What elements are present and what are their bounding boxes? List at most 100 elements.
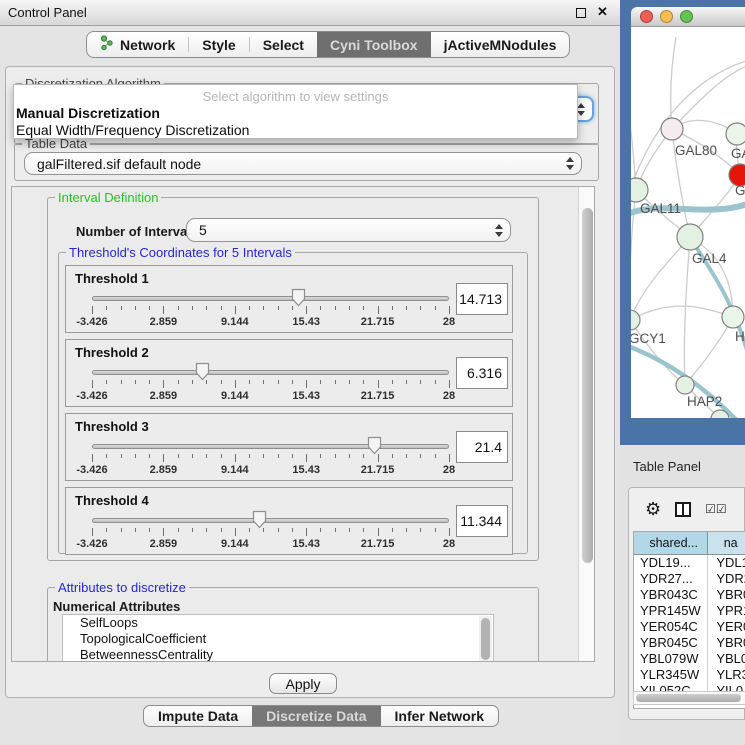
slider-handle[interactable]	[367, 436, 382, 455]
float-window-icon[interactable]	[576, 8, 586, 18]
table-row[interactable]: YLR345WYLR3	[634, 667, 745, 683]
network-edge[interactable]	[631, 306, 733, 320]
window-title: Control Panel	[8, 5, 87, 20]
bottom-tab-impute-data[interactable]: Impute Data	[144, 706, 252, 726]
network-edge[interactable]	[631, 105, 636, 190]
slider-handle[interactable]	[252, 510, 267, 529]
network-edge[interactable]	[671, 37, 676, 129]
table-row[interactable]: YER054CYER0	[634, 619, 745, 635]
network-canvas[interactable]: GAL80GAGGAL11GAL4GCY1HHAP2	[631, 27, 745, 418]
table-row[interactable]: YBR043CYBR0	[634, 587, 745, 603]
table-cell: YBR043C	[634, 587, 708, 603]
slider-handle[interactable]	[291, 288, 306, 307]
network-view-window: GAL80GAGGAL11GAL4GCY1HHAP2	[620, 0, 745, 445]
close-icon[interactable]: ✕	[597, 4, 608, 20]
table-row[interactable]: YDR27...YDR2	[634, 571, 745, 587]
network-edge[interactable]	[631, 237, 690, 320]
attribute-list-item[interactable]: BetweennessCentrality	[63, 647, 493, 662]
GCY1-node[interactable]	[631, 310, 640, 330]
node-label: GAL4	[692, 251, 727, 266]
threshold-value-field[interactable]: 14.713	[456, 283, 508, 315]
network-window-titlebar	[631, 7, 745, 27]
node-label: GAL11	[640, 201, 681, 216]
slider-tick-label: 28	[426, 538, 472, 550]
columns-icon[interactable]	[675, 502, 691, 517]
node-label: GAL80	[675, 143, 717, 158]
slider-tick	[106, 454, 107, 458]
tab-label: Style	[202, 37, 235, 53]
network-edge[interactable]	[684, 237, 690, 385]
table-row[interactable]: YDL19...YDL1	[634, 555, 745, 571]
attributes-list-scrollbar[interactable]	[479, 616, 492, 662]
slider-tick	[306, 380, 307, 388]
mac-zoom-icon[interactable]	[680, 10, 693, 23]
slider-tick	[435, 528, 436, 532]
slider-tick	[320, 306, 321, 310]
attribute-list-item[interactable]: TopologicalCoefficient	[63, 631, 493, 647]
slider-tick-label: 15.43	[283, 316, 329, 328]
slider-tick	[263, 306, 264, 310]
slider-tick	[406, 306, 407, 310]
table-row[interactable]: YBR045CYBR0	[634, 635, 745, 651]
slider-tick	[249, 380, 250, 384]
table-header-row: shared...na	[634, 532, 745, 555]
number-of-intervals-value: 5	[187, 222, 488, 238]
table-row[interactable]: YBL079WYBL0	[634, 651, 745, 667]
tab-jactivemnodules[interactable]: jActiveMNodules	[431, 32, 570, 57]
slider-track[interactable]	[92, 370, 449, 375]
slider-tick	[320, 528, 321, 532]
number-of-intervals-combobox[interactable]: 5	[186, 218, 511, 242]
slider-tick-label: 9.144	[212, 390, 258, 402]
tab-style[interactable]: Style	[189, 32, 248, 57]
slider-track[interactable]	[92, 444, 449, 449]
table-cell: YDL19...	[634, 555, 708, 571]
apply-button[interactable]: Apply	[269, 673, 337, 694]
threshold-value-field[interactable]: 11.344	[456, 505, 508, 537]
slider-tick-label: 21.715	[355, 538, 401, 550]
dropdown-option-manual-discretization[interactable]: Manual Discretization	[16, 105, 160, 121]
threshold-panel-4: Threshold 4-3.4262.8599.14415.4321.71528…	[65, 487, 513, 555]
slider-tick	[392, 454, 393, 458]
attribute-list-item[interactable]: SelfLoops	[63, 615, 493, 631]
bottom-tab-infer-network[interactable]: Infer Network	[381, 706, 498, 726]
slider-handle[interactable]	[195, 362, 210, 381]
table-row[interactable]: YPR145WYPR1	[634, 603, 745, 619]
slider-tick	[163, 306, 164, 314]
threshold-value-field[interactable]: 6.316	[456, 357, 508, 389]
tab-network[interactable]: Network	[87, 32, 188, 57]
slider-track[interactable]	[92, 296, 449, 301]
table-cell: YLR3	[708, 667, 745, 683]
numerical-attributes-label: Numerical Attributes	[53, 599, 180, 614]
GAL80-node[interactable]	[661, 118, 683, 140]
HAP2-node[interactable]	[676, 376, 694, 394]
mac-close-icon[interactable]	[640, 10, 653, 23]
network-edge[interactable]	[685, 317, 733, 385]
mac-minimize-icon[interactable]	[660, 10, 673, 23]
slider-tick	[335, 454, 336, 458]
dropdown-option-equal-width-frequency[interactable]: Equal Width/Frequency Discretization	[16, 122, 249, 138]
slider-tick	[363, 306, 364, 310]
table-data-combobox[interactable]: galFiltered.sif default node	[24, 152, 582, 175]
column-header[interactable]: shared...	[634, 532, 708, 554]
node-attribute-table[interactable]: shared...naYDL19...YDL1YDR27...YDR2YBR04…	[633, 531, 745, 709]
clipped-node-top-right[interactable]	[726, 123, 745, 145]
clipped-node-right[interactable]	[722, 306, 744, 328]
GAL4-node[interactable]	[677, 224, 703, 250]
node-label: GCY1	[631, 331, 666, 346]
table-horizontal-scrollbar[interactable]	[633, 691, 745, 705]
bottom-tab-discretize-data[interactable]: Discretize Data	[252, 706, 380, 726]
slider-tick-label: -3.426	[69, 390, 115, 402]
network-edge[interactable]	[672, 65, 745, 129]
tab-select[interactable]: Select	[250, 32, 317, 57]
column-header[interactable]: na	[708, 532, 745, 554]
interval-definition-group: Interval Definition Number of Intervals …	[47, 197, 539, 561]
checkbox-icons[interactable]: ☑☑	[705, 502, 727, 516]
slider-track[interactable]	[92, 518, 449, 523]
gear-icon[interactable]: ⚙	[645, 500, 661, 518]
algorithm-dropdown-popup: Select algorithm to view settings Manual…	[13, 84, 578, 139]
settings-panel-scrollbar[interactable]	[578, 187, 595, 662]
slider-tick	[392, 380, 393, 384]
threshold-value-field[interactable]: 21.4	[456, 431, 508, 463]
numerical-attributes-list[interactable]: SelfLoopsTopologicalCoefficientBetweenne…	[62, 614, 494, 662]
tab-cyni-toolbox[interactable]: Cyni Toolbox	[317, 32, 431, 57]
